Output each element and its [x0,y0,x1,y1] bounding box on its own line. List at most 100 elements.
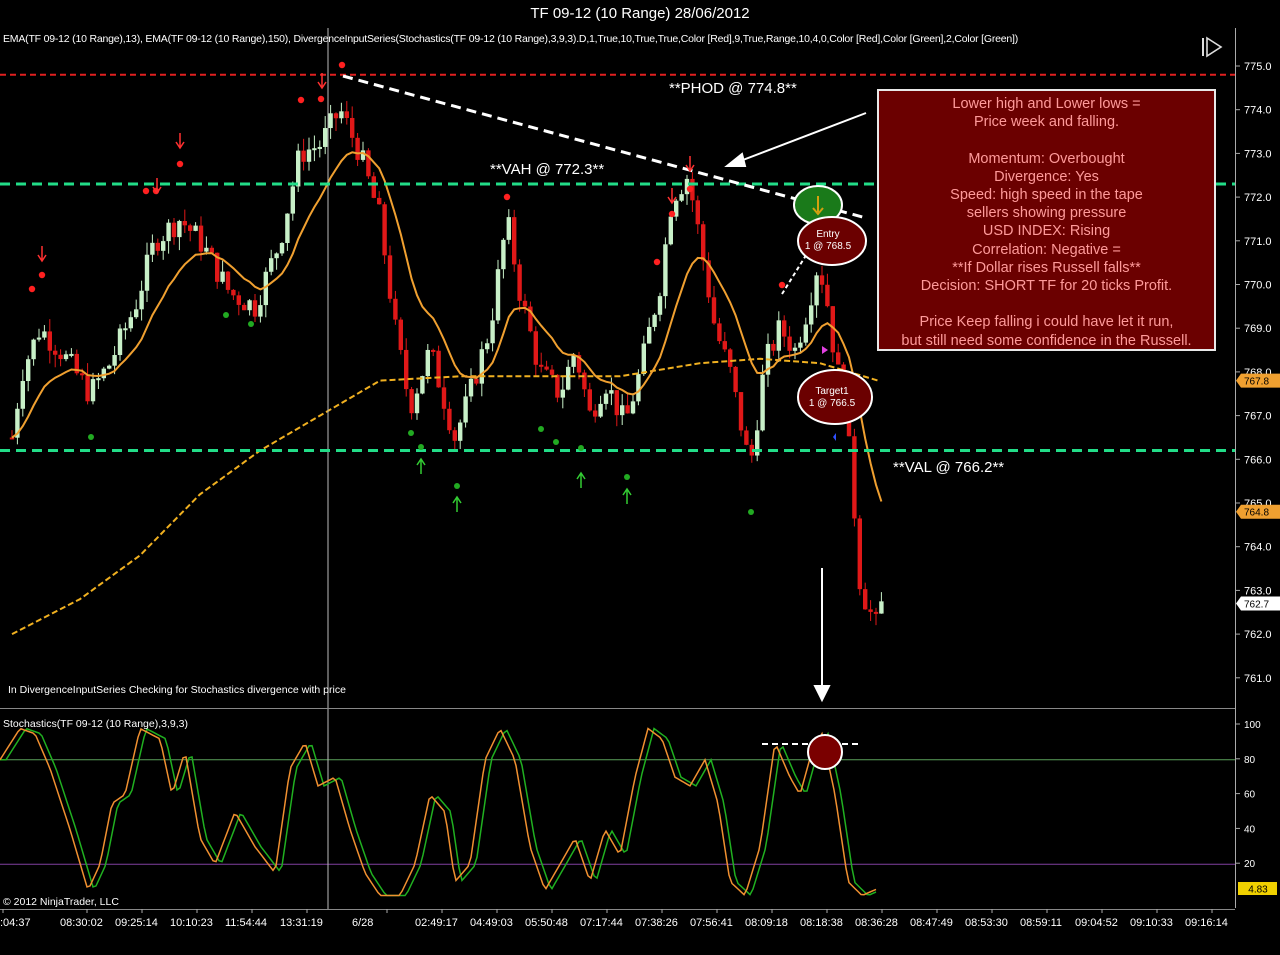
time-tick-label: 09:10:33 [1130,917,1173,929]
candle [182,209,187,234]
analysis-line: USD INDEX: Rising [982,223,1111,240]
divergence-note: In DivergenceInputSeries Checking for St… [8,684,346,696]
candle [717,317,722,345]
candle [641,335,646,376]
candle [587,382,592,412]
candle [625,393,630,414]
candle [452,427,457,451]
candle [398,317,403,355]
candle [274,252,279,270]
candle [171,217,177,245]
candle [258,295,263,323]
candle [134,299,139,319]
candle [144,242,150,303]
buy-arrow-icon [576,471,586,488]
analysis-line: Divergence: Yes [994,168,1099,185]
candle [85,363,90,405]
buy-arrow-icon [452,495,462,512]
candle [706,252,711,303]
time-tick-label: 08:36:28 [855,917,898,929]
candle [74,349,79,376]
entry-label-1: Entry [816,229,839,240]
candle [501,238,506,279]
divergence-dot-green [538,426,544,432]
candle [663,237,668,309]
candle [366,148,371,179]
time-tick-label: 11:54:44 [225,917,267,929]
candle [814,272,819,318]
divergence-dot-green [553,439,559,445]
candle [344,101,349,125]
candle [209,245,214,254]
candle [90,372,96,405]
candle [647,317,652,344]
pointer-arrow-white [724,112,867,167]
price-marker: 764.8 [1236,504,1280,519]
divergence-dot-red [503,193,511,201]
candle [771,339,776,356]
candle [69,348,74,358]
analysis-line: Decision: SHORT TF for 20 ticks Profit. [920,278,1173,295]
price-axis[interactable]: 775.0774.0773.0772.0771.0770.0769.0768.0… [1235,28,1280,708]
divergence-markers [28,61,836,515]
down-arrow-stoch [813,568,831,703]
divergence-dot-red [28,285,36,293]
stoch-tick-label: 80 [1244,755,1256,766]
copyright: © 2012 NinjaTrader, LLC [3,896,119,908]
divergence-dot-green [408,430,414,436]
candle [382,201,387,264]
time-tick-label: 07:17:44 [580,917,623,929]
candle [31,338,36,366]
candle [857,515,862,596]
candle [339,102,344,124]
candle [220,260,225,284]
divergence-dot-red [778,281,786,289]
divergence-dot-red [686,185,694,193]
divergence-dot-green [223,312,229,318]
price-tick-label: 766.0 [1244,454,1272,466]
analysis-line: Correlation: Negative = [972,241,1121,258]
candle [603,389,609,410]
candle [409,386,414,420]
candle [468,368,474,402]
candle [490,308,495,352]
candle [404,338,409,397]
candle [819,265,825,294]
candle [269,249,274,276]
divergence-dot-red [38,271,46,279]
divergence-dot-red [653,258,661,266]
candle [387,245,393,303]
time-axis[interactable]: :04:37 08:30:02 09:25:14 10:10:23 11:54:44 13… [0,909,1235,955]
candle [236,291,241,316]
divergence-dot-red [668,210,676,218]
candle [803,317,808,346]
price-marker: 767.8 [1236,373,1280,388]
sell-arrow-icon [175,133,185,150]
svg-text:762.7: 762.7 [1244,600,1269,611]
candle [879,592,884,614]
analysis-line: **If Dollar rises Russell falls** [952,259,1141,276]
price-tick-label: 773.0 [1244,148,1272,160]
candle [614,390,619,427]
stochastics-chart[interactable] [0,708,1235,910]
divergence-dot-green [624,474,630,480]
stoch-title: Stochastics(TF 09-12 (10 Range),3,9,3) [3,718,189,730]
analysis-line: but still need some confidence in the Ru… [901,332,1192,349]
candle [620,394,625,425]
sell-arrow-icon [37,246,47,263]
divergence-dot-green [418,444,424,450]
time-tick-label: 09:04:52 [1075,917,1118,929]
time-tick-label: 07:56:41 [690,917,733,929]
divergence-dot-red [297,96,305,104]
time-tick-label: 08:47:49 [910,917,953,929]
time-tick-label: 09:16:14 [1185,917,1228,929]
time-tick-label: 08:18:38 [800,917,843,929]
stoch-axis[interactable]: 100 80 60 40 20 4.83 [1235,708,1280,908]
divergence-dot-red [176,160,184,168]
candle [317,140,322,158]
candle [377,191,382,205]
candle [836,343,841,365]
target-label-1: Target1 [815,386,849,397]
time-tick-label: 10:10:23 [170,917,213,929]
candle [225,270,231,294]
